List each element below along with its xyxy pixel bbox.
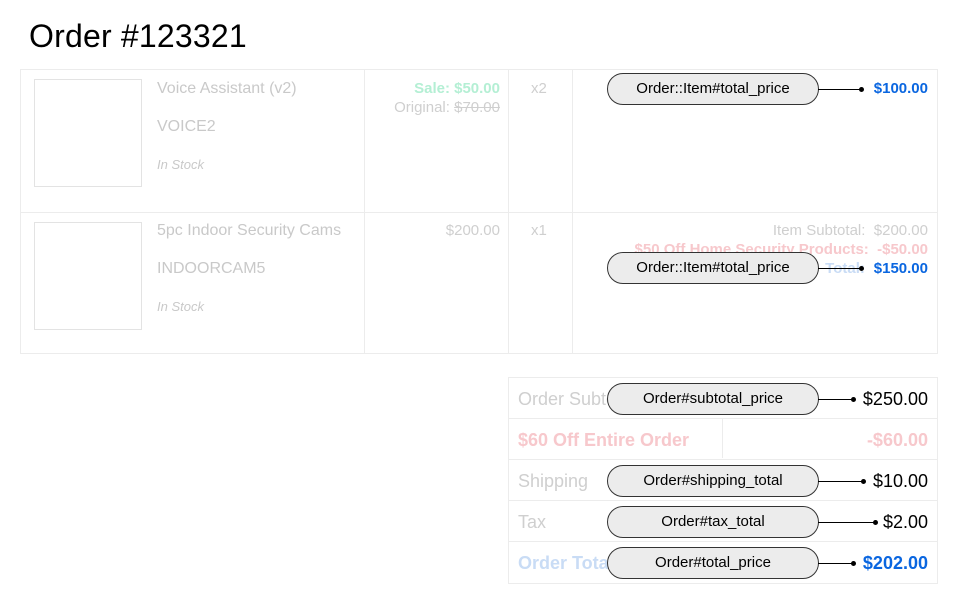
callout-leader-dot bbox=[859, 266, 864, 271]
order-discount-value: -$60.00 bbox=[866, 430, 928, 450]
item-total-price: $150.00 bbox=[873, 260, 928, 277]
callout-leader-line bbox=[818, 481, 864, 482]
shipping-label: Shipping bbox=[518, 471, 589, 491]
order-total-value: $202.00 bbox=[862, 553, 928, 573]
unit-price: $200.00 bbox=[445, 222, 500, 239]
item-subtotal-label: Item Subtotal: bbox=[772, 222, 866, 239]
original-price-value: $70.00 bbox=[454, 99, 500, 116]
row-divider bbox=[509, 541, 937, 542]
row-divider bbox=[509, 418, 937, 419]
sale-price: Sale: $50.00 bbox=[414, 80, 500, 97]
callout-order-total-price: Order#total_price bbox=[607, 547, 819, 579]
stock-status: In Stock bbox=[157, 157, 204, 172]
item-subtotal-line: Item Subtotal: $200.00 bbox=[773, 222, 928, 239]
stock-status: In Stock bbox=[157, 299, 204, 314]
callout-tax-total: Order#tax_total bbox=[607, 506, 819, 538]
callout-subtotal-price: Order#subtotal_price bbox=[607, 383, 819, 415]
item-quantity: x2 bbox=[531, 80, 547, 97]
item-subtotal-value: $200.00 bbox=[873, 222, 928, 239]
product-sku: VOICE2 bbox=[157, 118, 216, 135]
callout-leader-dot bbox=[859, 87, 864, 92]
item-total-line: Total: $150.00 bbox=[825, 260, 928, 278]
callout-item-total-price: Order::Item#total_price bbox=[607, 252, 819, 284]
callout-leader-line bbox=[818, 89, 862, 90]
order-discount-label: $60 Off Entire Order bbox=[518, 430, 690, 450]
original-price: Original: $70.00 bbox=[394, 99, 500, 116]
product-thumbnail[interactable] bbox=[34, 79, 142, 187]
shipping-value: $10.00 bbox=[872, 471, 928, 491]
row-divider bbox=[509, 500, 937, 501]
page-title: Order #123321 bbox=[29, 18, 247, 54]
row-divider bbox=[509, 459, 937, 460]
product-name[interactable]: 5pc Indoor Security Cams bbox=[157, 222, 341, 240]
callout-leader-dot bbox=[851, 397, 856, 402]
original-price-label: Original: bbox=[394, 99, 450, 116]
callout-leader-dot bbox=[873, 520, 878, 525]
product-thumbnail[interactable] bbox=[34, 222, 142, 330]
row-divider bbox=[21, 212, 937, 213]
product-sku: INDOORCAM5 bbox=[157, 260, 266, 277]
callout-leader-dot bbox=[861, 479, 866, 484]
callout-leader-line bbox=[818, 563, 854, 564]
item-quantity: x1 bbox=[531, 222, 547, 239]
column-divider bbox=[722, 419, 723, 458]
item-discount-value: -$50.00 bbox=[877, 241, 928, 258]
tax-value: $2.00 bbox=[882, 512, 928, 532]
callout-leader-dot bbox=[851, 561, 856, 566]
product-name[interactable]: Voice Assistant (v2) bbox=[157, 80, 297, 98]
order-total-label: Order Total bbox=[518, 553, 614, 573]
callout-leader-line bbox=[818, 399, 854, 400]
callout-leader-line bbox=[818, 268, 862, 269]
item-total-price: $100.00 bbox=[873, 80, 928, 97]
order-subtotal-value: $250.00 bbox=[862, 389, 928, 409]
callout-leader-line bbox=[818, 522, 876, 523]
callout-item-total-price: Order::Item#total_price bbox=[607, 73, 819, 105]
callout-shipping-total: Order#shipping_total bbox=[607, 465, 819, 497]
tax-label: Tax bbox=[518, 512, 547, 532]
